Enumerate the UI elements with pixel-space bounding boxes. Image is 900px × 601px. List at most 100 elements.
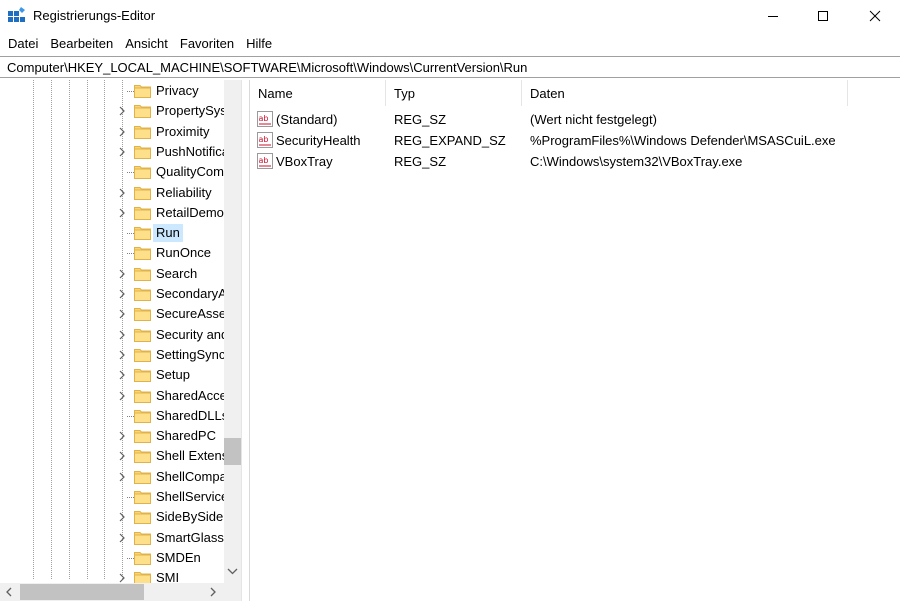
- tree-item[interactable]: Setup: [0, 365, 224, 385]
- value-name: (Standard): [276, 112, 338, 127]
- column-header-name[interactable]: Name: [250, 80, 386, 106]
- menu-datei[interactable]: Datei: [2, 34, 44, 54]
- tree-item[interactable]: Search: [0, 264, 224, 284]
- chevron-right-icon[interactable]: [117, 533, 127, 543]
- tree-item[interactable]: QualityCompat: [0, 162, 224, 182]
- tree-item[interactable]: PushNotifications: [0, 142, 224, 162]
- chevron-right-icon[interactable]: [117, 512, 127, 522]
- scroll-left-icon[interactable]: [4, 587, 14, 597]
- folder-icon: [134, 145, 151, 159]
- tree-vertical-scroll-thumb[interactable]: [224, 438, 241, 465]
- minimize-button[interactable]: [750, 0, 796, 31]
- tree-item[interactable]: RunOnce: [0, 243, 224, 263]
- chevron-right-icon[interactable]: [117, 350, 127, 360]
- tree-item-label: SecondaryAuthFactor: [156, 286, 224, 301]
- chevron-right-icon[interactable]: [117, 309, 127, 319]
- column-header-data[interactable]: Daten: [522, 80, 848, 106]
- window-title: Registrierungs-Editor: [33, 8, 156, 23]
- folder-icon: [134, 450, 151, 464]
- folder-icon: [134, 470, 151, 484]
- chevron-right-icon[interactable]: [117, 188, 127, 198]
- tree-item[interactable]: SMDEn: [0, 548, 224, 568]
- value-row[interactable]: ab (Standard) REG_SZ (Wert nicht festgelegt…: [250, 109, 900, 130]
- value-row[interactable]: ab SecurityHealth REG_EXPAND_SZ %ProgramFil…: [250, 130, 900, 151]
- chevron-right-icon[interactable]: [117, 208, 127, 218]
- values-list[interactable]: Name Typ Daten ab (Standard) REG_SZ (Wert n…: [249, 80, 900, 601]
- tree-item[interactable]: RetailDemo: [0, 203, 224, 223]
- chevron-right-icon[interactable]: [117, 127, 127, 137]
- chevron-right-icon[interactable]: [117, 451, 127, 461]
- tree-connector: [127, 172, 134, 174]
- tree-item[interactable]: SettingSync: [0, 345, 224, 365]
- tree-item[interactable]: SecureAssessment: [0, 304, 224, 324]
- tree-item[interactable]: SharedAccess: [0, 386, 224, 406]
- value-name: VBoxTray: [276, 154, 333, 169]
- pane-splitter[interactable]: [241, 80, 249, 601]
- close-button[interactable]: [852, 0, 898, 31]
- tree-item[interactable]: Shell Extensions: [0, 446, 224, 466]
- scroll-down-icon[interactable]: [227, 566, 238, 577]
- string-value-icon: ab: [257, 111, 273, 127]
- tree-horizontal-scrollbar[interactable]: [0, 583, 224, 601]
- tree-item[interactable]: SharedDLLs: [0, 406, 224, 426]
- title-bar: Registrierungs-Editor: [0, 0, 900, 31]
- address-bar[interactable]: Computer\HKEY_LOCAL_MACHINE\SOFTWARE\Mic…: [0, 56, 900, 78]
- key-tree[interactable]: Privacy PropertySystem Proximity PushNotifi…: [0, 80, 241, 601]
- tree-item[interactable]: Privacy: [0, 81, 224, 101]
- menu-favoriten[interactable]: Favoriten: [174, 34, 240, 54]
- chevron-right-icon[interactable]: [117, 472, 127, 482]
- svg-text:ab: ab: [259, 156, 269, 165]
- scroll-right-icon[interactable]: [208, 587, 218, 597]
- folder-icon: [134, 267, 151, 281]
- tree-item-label: Privacy: [156, 83, 199, 98]
- tree-item[interactable]: SideBySide: [0, 507, 224, 527]
- menu-ansicht[interactable]: Ansicht: [119, 34, 174, 54]
- tree-item-label: SideBySide: [156, 509, 224, 525]
- tree-item[interactable]: ShellServiceObjectDelayLoad: [0, 487, 224, 507]
- maximize-button[interactable]: [800, 0, 846, 31]
- tree-item-label: Reliability: [156, 184, 212, 200]
- tree-item[interactable]: SecondaryAuthFactor: [0, 284, 224, 304]
- chevron-right-icon[interactable]: [117, 147, 127, 157]
- tree-item[interactable]: Proximity: [0, 122, 224, 142]
- tree-item-label: Security and Maintenance: [156, 326, 224, 342]
- chevron-right-icon[interactable]: [117, 106, 127, 116]
- chevron-right-icon[interactable]: [117, 573, 127, 583]
- chevron-right-icon[interactable]: [117, 370, 127, 380]
- tree-item[interactable]: ShellCompatibility: [0, 467, 224, 487]
- tree-item-label: SecureAssessment: [156, 306, 224, 322]
- chevron-right-icon[interactable]: [117, 330, 127, 340]
- tree-item-label: RunOnce: [156, 245, 211, 261]
- folder-icon: [134, 551, 151, 565]
- menu-bearbeiten[interactable]: Bearbeiten: [44, 34, 119, 54]
- tree-item[interactable]: SmartGlass: [0, 528, 224, 548]
- tree-connector: [127, 233, 134, 235]
- tree-item[interactable]: Reliability: [0, 183, 224, 203]
- chevron-right-icon[interactable]: [117, 269, 127, 279]
- tree-item-label: Run: [153, 224, 183, 243]
- string-value-icon: ab: [257, 153, 273, 169]
- chevron-right-icon[interactable]: [117, 391, 127, 401]
- value-type: REG_SZ: [394, 154, 447, 169]
- tree-item-label: ShellServiceObjectDelayLoad: [156, 489, 224, 504]
- menu-bar: Datei Bearbeiten Ansicht Favoriten Hilfe: [0, 33, 900, 55]
- chevron-right-icon[interactable]: [117, 431, 127, 441]
- tree-horizontal-scroll-thumb[interactable]: [20, 584, 144, 600]
- tree-item[interactable]: SharedPC: [0, 426, 224, 446]
- tree-item-label: Search: [156, 265, 198, 281]
- tree-vertical-scrollbar[interactable]: [224, 80, 241, 583]
- tree-item[interactable]: Security and Maintenance: [0, 325, 224, 345]
- folder-icon: [134, 105, 151, 119]
- tree-item[interactable]: PropertySystem: [0, 101, 224, 121]
- tree-item-label: RetailDemo: [156, 204, 224, 220]
- tree-connector: [127, 557, 134, 559]
- menu-hilfe[interactable]: Hilfe: [240, 34, 278, 54]
- tree-item-label: SharedAccess: [156, 387, 224, 403]
- value-row[interactable]: ab VBoxTray REG_SZ C:\Windows\system32\VBox…: [250, 151, 900, 172]
- folder-icon: [134, 288, 151, 301]
- tree-connector: [127, 91, 134, 92]
- chevron-right-icon[interactable]: [117, 289, 127, 299]
- value-data: (Wert nicht festgelegt): [530, 112, 657, 127]
- tree-item[interactable]: Run: [0, 223, 224, 243]
- column-header-type[interactable]: Typ: [386, 80, 522, 106]
